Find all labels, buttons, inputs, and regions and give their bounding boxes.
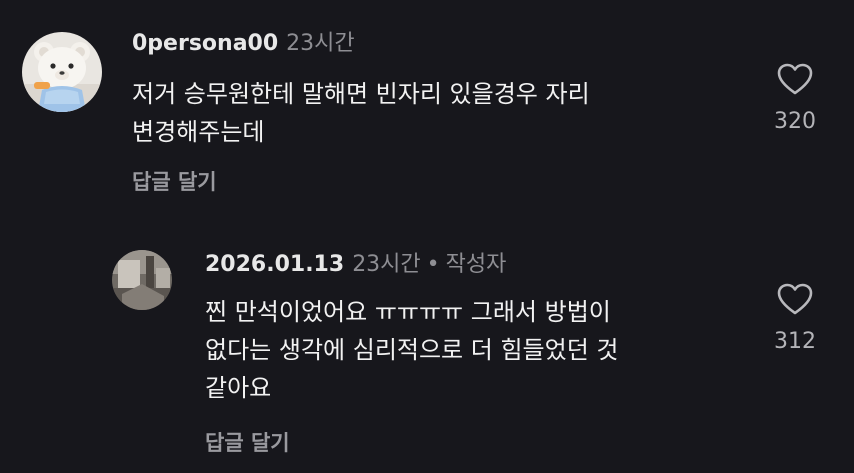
separator-dot: • <box>426 252 440 277</box>
heart-outline-icon <box>777 283 813 315</box>
like-count: 320 <box>774 109 816 134</box>
like-count: 312 <box>774 329 816 354</box>
comment-text-line: 변경해주는데 <box>132 118 265 146</box>
reply-comment-item: 2026.01.13 23시간 • 작성자 찐 만석이었어요 ㅠㅠㅠㅠ 그래서 방법이… <box>0 230 854 473</box>
teddy-bear-avatar-icon <box>22 32 102 112</box>
comment-text: 찐 만석이었어요 ㅠㅠㅠㅠ 그래서 방법이 없다는 생각에 심리적으로 더 힘들… <box>205 293 619 407</box>
like-button[interactable]: 312 <box>750 282 840 356</box>
timestamp: 23시간 <box>352 252 421 277</box>
username[interactable]: 0persona00 <box>132 31 278 56</box>
comment-text-line: 없다는 생각에 심리적으로 더 힘들었던 것 <box>205 336 619 364</box>
avatar[interactable] <box>112 250 172 310</box>
comment-item: 0persona00 23시간 저거 승무원한테 말해면 빈자리 있을경우 자리 … <box>0 0 854 230</box>
comment-text-line: 저거 승무원한테 말해면 빈자리 있을경우 자리 <box>132 80 590 108</box>
reply-button[interactable]: 답글 달기 <box>205 430 290 456</box>
photo-avatar-icon <box>112 250 172 310</box>
username[interactable]: 2026.01.13 <box>205 252 344 277</box>
comment-header: 2026.01.13 23시간 • 작성자 <box>205 251 506 279</box>
comment-text-line: 찐 만석이었어요 ㅠㅠㅠㅠ 그래서 방법이 <box>205 298 611 326</box>
heart-outline-icon <box>777 63 813 95</box>
reply-button[interactable]: 답글 달기 <box>132 169 217 195</box>
like-button[interactable]: 320 <box>750 62 840 136</box>
comment-header: 0persona00 23시간 <box>132 30 355 58</box>
comment-text: 저거 승무원한테 말해면 빈자리 있을경우 자리 변경해주는데 <box>132 75 590 151</box>
timestamp: 23시간 <box>286 31 355 56</box>
comment-text-line: 같아요 <box>205 374 272 402</box>
author-badge: 작성자 <box>445 252 507 277</box>
avatar[interactable] <box>22 32 102 112</box>
